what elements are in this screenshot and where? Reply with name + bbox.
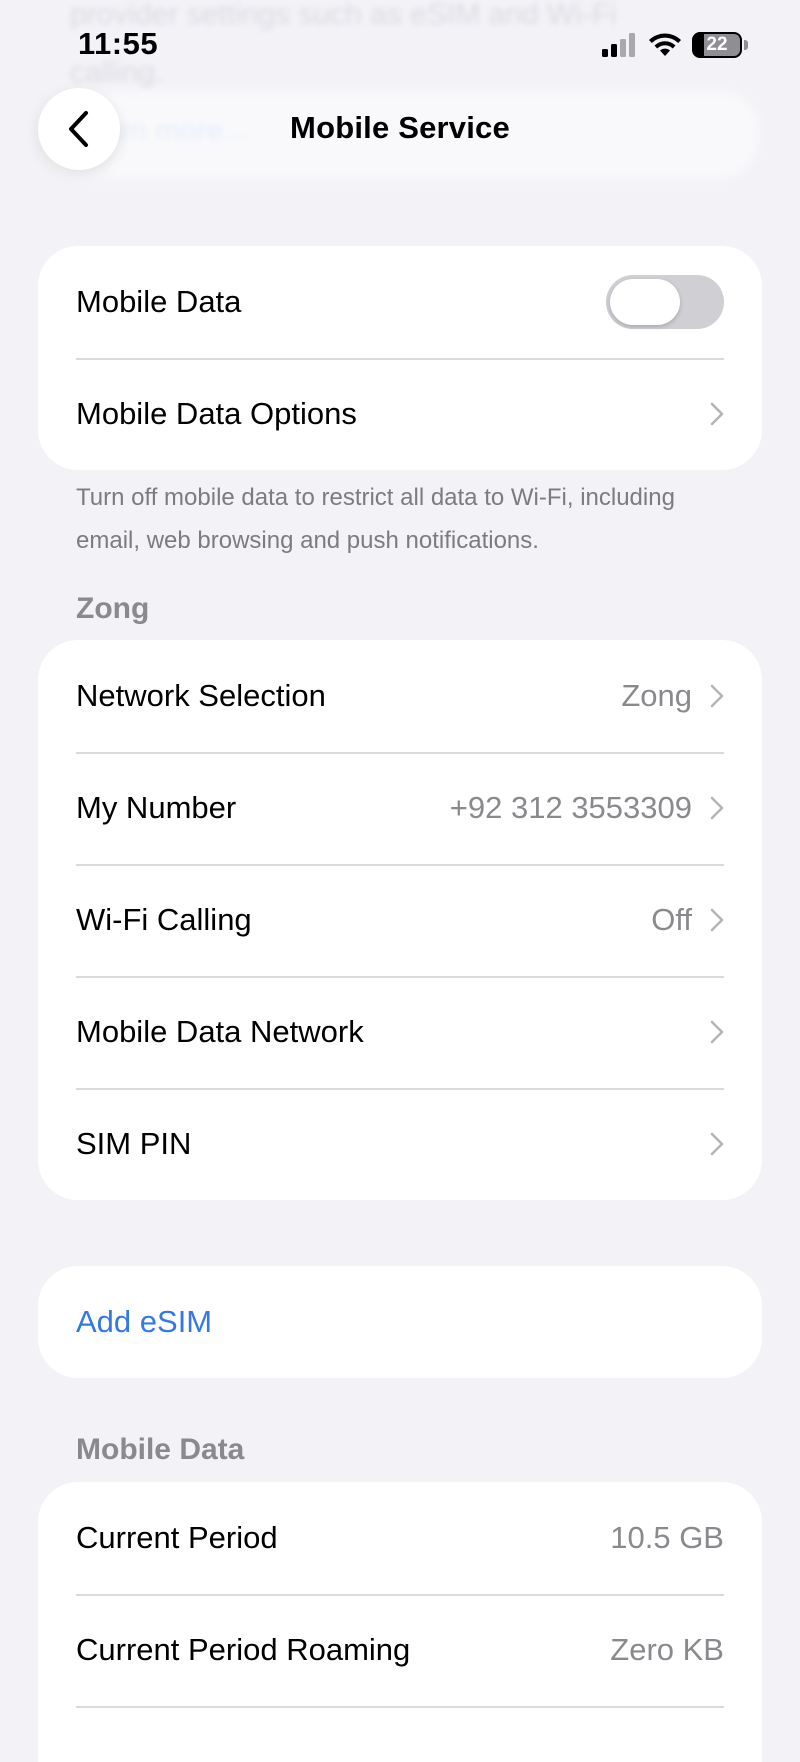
mobile-data-network-label: Mobile Data Network [76,1014,364,1049]
usage-group: Current Period 10.5 GB Current Period Ro… [38,1482,762,1762]
battery-tip [744,40,748,50]
network-selection-label: Network Selection [76,678,326,713]
chevron-right-icon [710,796,724,820]
carrier-group: Network Selection Zong My Number +92 312… [38,640,762,1200]
mobile-data-group: Mobile Data Mobile Data Options [38,246,762,470]
status-time: 11:55 [78,26,159,61]
chevron-right-icon [710,684,724,708]
chevron-right-icon [710,1132,724,1156]
battery-level [694,34,705,56]
toggle-knob [610,279,680,325]
mobile-data-toggle[interactable] [606,275,724,329]
current-period-roaming-row: Current Period Roaming Zero KB [38,1594,762,1706]
current-period-label: Current Period [76,1520,278,1555]
wifi-calling-row[interactable]: Wi-Fi Calling Off [38,864,762,976]
add-esim-button[interactable]: Add eSIM [76,1304,212,1340]
current-period-value: 10.5 GB [610,1520,724,1555]
wifi-calling-label: Wi-Fi Calling [76,902,252,937]
sim-pin-label: SIM PIN [76,1126,192,1161]
wifi-icon [649,33,681,56]
cellular-signal-icon [602,33,635,57]
chevron-right-icon [710,402,724,426]
chevron-right-icon [710,908,724,932]
current-period-roaming-label: Current Period Roaming [76,1632,411,1667]
next-row-partial [38,1706,762,1762]
network-selection-row[interactable]: Network Selection Zong [38,640,762,752]
mobile-data-row: Mobile Data [38,246,762,358]
navigation-bar: Mobile Service [0,80,800,180]
mobile-data-footnote: Turn off mobile data to restrict all dat… [76,484,675,554]
esim-group: Add eSIM [38,1266,762,1378]
network-selection-value: Zong [621,678,692,713]
status-bar: 11:55 22 [0,0,800,90]
current-period-row: Current Period 10.5 GB [38,1482,762,1594]
usage-section-header: Mobile Data [76,1433,245,1466]
add-esim-row[interactable]: Add eSIM [38,1266,762,1378]
mobile-data-options-row[interactable]: Mobile Data Options [38,358,762,470]
my-number-row[interactable]: My Number +92 312 3553309 [38,752,762,864]
mobile-data-options-label: Mobile Data Options [76,396,357,431]
my-number-label: My Number [76,790,237,825]
wifi-calling-value: Off [651,902,692,937]
mobile-data-network-row[interactable]: Mobile Data Network [38,976,762,1088]
mobile-data-label: Mobile Data [76,284,242,319]
current-period-roaming-value: Zero KB [610,1632,724,1667]
sim-pin-row[interactable]: SIM PIN [38,1088,762,1200]
my-number-value: +92 312 3553309 [449,790,692,825]
chevron-right-icon [710,1020,724,1044]
page-title: Mobile Service [290,110,510,145]
status-indicators: 22 [602,32,748,58]
carrier-section-header: Zong [76,592,150,625]
battery-icon: 22 [692,32,742,58]
battery-percentage: 22 [706,34,728,55]
